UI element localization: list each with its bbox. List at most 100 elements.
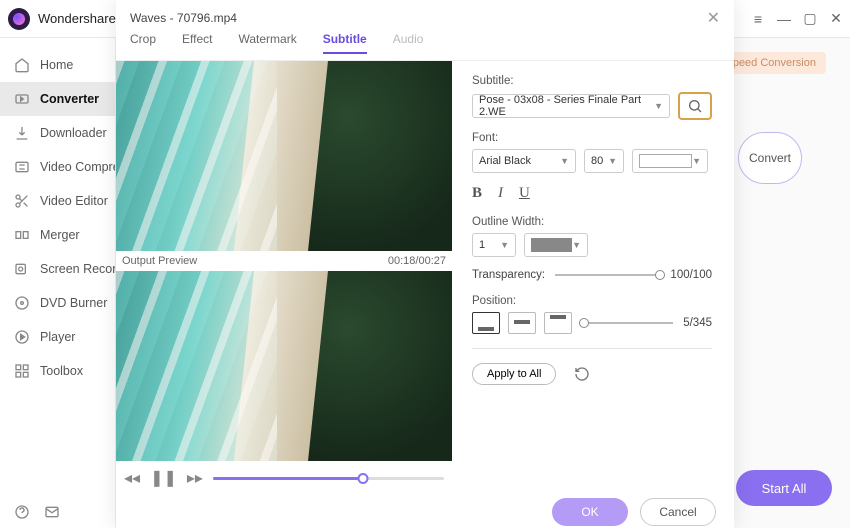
sidebar-item-label: DVD Burner [40, 296, 107, 310]
downloader-icon [14, 125, 30, 141]
tab-effect[interactable]: Effect [182, 32, 212, 54]
sidebar-item-compressor[interactable]: Video Compress [0, 150, 115, 184]
converter-icon [14, 91, 30, 107]
scissors-icon [14, 193, 30, 209]
sidebar-item-converter[interactable]: Converter [0, 82, 115, 116]
sidebar-item-editor[interactable]: Video Editor [0, 184, 115, 218]
transparency-value: 100/100 [670, 269, 712, 281]
start-all-button[interactable]: Start All [736, 470, 832, 506]
tab-subtitle[interactable]: Subtitle [323, 32, 367, 54]
sidebar-item-merger[interactable]: Merger [0, 218, 115, 252]
italic-button[interactable]: I [498, 185, 503, 202]
search-subtitle-button[interactable] [678, 92, 712, 120]
outline-width-select[interactable]: 1 ▼ [472, 233, 516, 257]
reset-icon[interactable] [574, 366, 590, 382]
modal-close-icon[interactable]: ✕ [707, 8, 720, 28]
window-controls: ≡ — ▢ ✕ [752, 13, 842, 25]
sidebar-item-label: Home [40, 58, 73, 72]
subtitle-select-value: Pose - 03x08 - Series Finale Part 2.WE [479, 94, 654, 118]
menu-icon[interactable]: ≡ [752, 13, 764, 25]
position-center-button[interactable] [508, 312, 536, 334]
modal-title: Waves - 70796.mp4 [130, 11, 237, 25]
sidebar-footer [0, 504, 115, 520]
sidebar-item-downloader[interactable]: Downloader [0, 116, 115, 150]
recorder-icon [14, 261, 30, 277]
chevron-down-icon: ▼ [692, 156, 701, 166]
sidebar-item-label: Video Compress [40, 160, 115, 174]
position-value: 5/345 [683, 317, 712, 329]
position-slider[interactable] [582, 322, 673, 324]
position-presets [472, 312, 572, 334]
modal-titlebar: Waves - 70796.mp4 ✕ [116, 0, 734, 32]
playback-controls: ◂◂ ❚❚ ▸▸ [116, 461, 452, 495]
apply-all-button[interactable]: Apply to All [472, 363, 556, 385]
sidebar-item-label: Downloader [40, 126, 107, 140]
position-top-button[interactable] [544, 312, 572, 334]
outline-color-select[interactable]: ▼ [524, 233, 588, 257]
preview-column: Output Preview 00:18/00:27 ◂◂ ❚❚ ▸▸ [116, 61, 452, 495]
chevron-down-icon: ▼ [654, 101, 663, 111]
compress-icon [14, 159, 30, 175]
font-size-select[interactable]: 80 ▼ [584, 149, 624, 173]
seek-slider[interactable] [213, 477, 444, 480]
subtitle-label: Subtitle: [472, 75, 712, 87]
sidebar-item-label: Screen Recorder [40, 262, 115, 276]
output-preview-header: Output Preview 00:18/00:27 [116, 251, 452, 271]
underline-button[interactable]: U [519, 185, 530, 202]
settings-column: Subtitle: Pose - 03x08 - Series Finale P… [452, 61, 734, 495]
mail-icon[interactable] [44, 504, 60, 520]
pause-icon[interactable]: ❚❚ [150, 468, 177, 488]
transparency-slider[interactable] [555, 274, 660, 276]
maximize-icon[interactable]: ▢ [804, 13, 816, 25]
close-icon[interactable]: ✕ [830, 13, 842, 25]
position-bottom-button[interactable] [472, 312, 500, 334]
font-size-value: 80 [591, 155, 603, 167]
sidebar-item-label: Merger [40, 228, 80, 242]
sidebar-item-dvd[interactable]: DVD Burner [0, 286, 115, 320]
ok-button[interactable]: OK [552, 498, 628, 526]
cancel-button[interactable]: Cancel [640, 498, 716, 526]
tab-audio[interactable]: Audio [393, 32, 424, 54]
outline-width-value: 1 [479, 239, 485, 251]
sidebar-item-home[interactable]: Home [0, 48, 115, 82]
video-preview-original [116, 61, 452, 251]
time-display: 00:18/00:27 [388, 255, 446, 267]
grid-icon [14, 363, 30, 379]
text-style-row: B I U [472, 185, 712, 202]
modal-body: Output Preview 00:18/00:27 ◂◂ ❚❚ ▸▸ Subt… [116, 61, 734, 495]
tab-crop[interactable]: Crop [130, 32, 156, 54]
sidebar-item-label: Converter [40, 92, 99, 106]
sidebar-item-toolbox[interactable]: Toolbox [0, 354, 115, 388]
transparency-label: Transparency: [472, 269, 545, 281]
chevron-down-icon: ▼ [572, 240, 581, 250]
font-label: Font: [472, 132, 712, 144]
subtitle-select[interactable]: Pose - 03x08 - Series Finale Part 2.WE ▼ [472, 94, 670, 118]
font-family-value: Arial Black [479, 155, 531, 167]
sidebar-item-label: Video Editor [40, 194, 108, 208]
position-label: Position: [472, 295, 712, 307]
chevron-down-icon: ▼ [560, 156, 569, 166]
sidebar-item-label: Toolbox [40, 364, 83, 378]
next-icon[interactable]: ▸▸ [187, 468, 203, 488]
sidebar: Home Converter Downloader Video Compress… [0, 38, 116, 528]
tab-watermark[interactable]: Watermark [238, 32, 296, 54]
video-preview-output [116, 271, 452, 461]
font-family-select[interactable]: Arial Black ▼ [472, 149, 576, 173]
divider [472, 348, 712, 349]
disc-icon [14, 295, 30, 311]
app-title: Wondershare [38, 11, 116, 26]
color-swatch [639, 154, 692, 168]
sidebar-item-recorder[interactable]: Screen Recorder [0, 252, 115, 286]
subtitle-editor-modal: Waves - 70796.mp4 ✕ Crop Effect Watermar… [116, 0, 734, 528]
home-icon [14, 57, 30, 73]
merger-icon [14, 227, 30, 243]
sidebar-item-player[interactable]: Player [0, 320, 115, 354]
convert-button[interactable]: Convert [738, 132, 802, 184]
minimize-icon[interactable]: — [778, 13, 790, 25]
previous-icon[interactable]: ◂◂ [124, 468, 140, 488]
bold-button[interactable]: B [472, 185, 482, 202]
help-icon[interactable] [14, 504, 30, 520]
play-icon [14, 329, 30, 345]
font-color-select[interactable]: ▼ [632, 149, 708, 173]
app-logo [8, 8, 30, 30]
